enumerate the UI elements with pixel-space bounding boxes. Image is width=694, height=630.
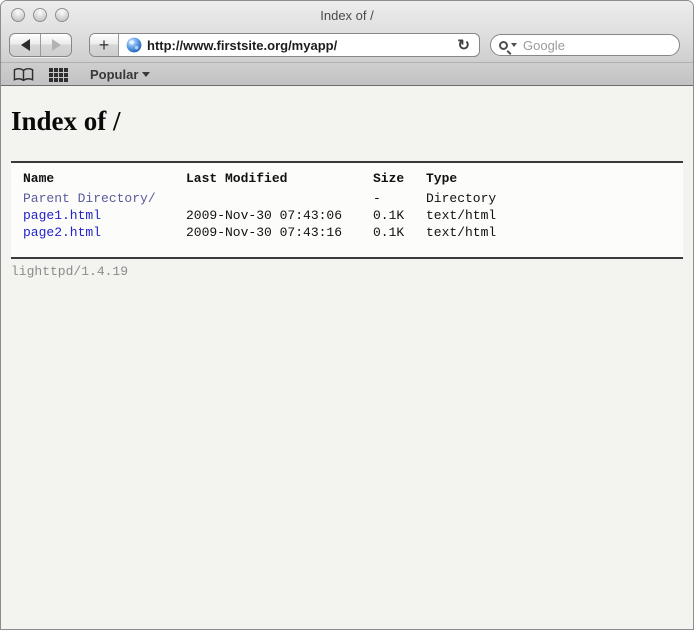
topsites-grid-icon[interactable] [49, 68, 68, 82]
directory-table: Name Last Modified Size Type Parent Dire… [23, 170, 516, 241]
bookmarks-book-icon[interactable] [13, 67, 34, 83]
window-title: Index of / [1, 1, 693, 29]
table-row: Parent Directory/ - Directory [23, 190, 516, 207]
table-row: page2.html 2009-Nov-30 07:43:16 0.1K tex… [23, 224, 516, 241]
table-row: page1.html 2009-Nov-30 07:43:06 0.1K tex… [23, 207, 516, 224]
page1-link[interactable]: page1.html [23, 208, 101, 223]
titlebar[interactable]: Index of / [1, 1, 693, 29]
cell-type: text/html [426, 207, 516, 224]
search-bar [490, 34, 680, 56]
forward-button[interactable] [41, 34, 71, 56]
search-engine-menu[interactable] [499, 41, 517, 50]
cell-type: Directory [426, 190, 516, 207]
column-header-size: Size [373, 170, 426, 190]
url-input[interactable] [147, 38, 453, 53]
globe-favicon [126, 37, 142, 53]
browser-window: Index of / + [0, 0, 694, 630]
back-button[interactable] [10, 34, 41, 56]
parent-directory-link[interactable]: Parent Directory/ [23, 191, 156, 206]
server-signature: lighttpd/1.4.19 [11, 264, 683, 279]
toolbar: + ↻ [1, 29, 693, 62]
chevron-down-icon [142, 72, 150, 77]
address-bar: + ↻ [89, 33, 480, 57]
popular-label: Popular [90, 67, 138, 82]
back-arrow-icon [21, 39, 30, 51]
chevron-down-icon [511, 43, 517, 47]
bookmark-item-popular[interactable]: Popular [90, 67, 150, 82]
cell-type: text/html [426, 224, 516, 241]
cell-modified: 2009-Nov-30 07:43:16 [186, 224, 373, 241]
cell-modified [186, 190, 373, 207]
cell-size: 0.1K [373, 224, 426, 241]
column-header-name: Name [23, 170, 186, 190]
bookmarks-bar: Popular [1, 62, 693, 86]
page-content: Index of / Name Last Modified Size Type … [1, 106, 693, 630]
magnifier-icon [499, 41, 508, 50]
table-header-row: Name Last Modified Size Type [23, 170, 516, 190]
browser-chrome: Index of / + [1, 1, 693, 86]
column-header-type: Type [426, 170, 516, 190]
cell-size: 0.1K [373, 207, 426, 224]
cell-modified: 2009-Nov-30 07:43:06 [186, 207, 373, 224]
nav-button-group [9, 33, 72, 57]
page-title: Index of / [11, 106, 683, 137]
search-input[interactable] [523, 38, 694, 53]
cell-size: - [373, 190, 426, 207]
forward-arrow-icon [52, 39, 61, 51]
reload-icon[interactable]: ↻ [457, 38, 470, 53]
page2-link[interactable]: page2.html [23, 225, 101, 240]
column-header-modified: Last Modified [186, 170, 373, 190]
add-bookmark-button[interactable]: + [90, 34, 119, 56]
directory-listing: Name Last Modified Size Type Parent Dire… [11, 161, 683, 259]
